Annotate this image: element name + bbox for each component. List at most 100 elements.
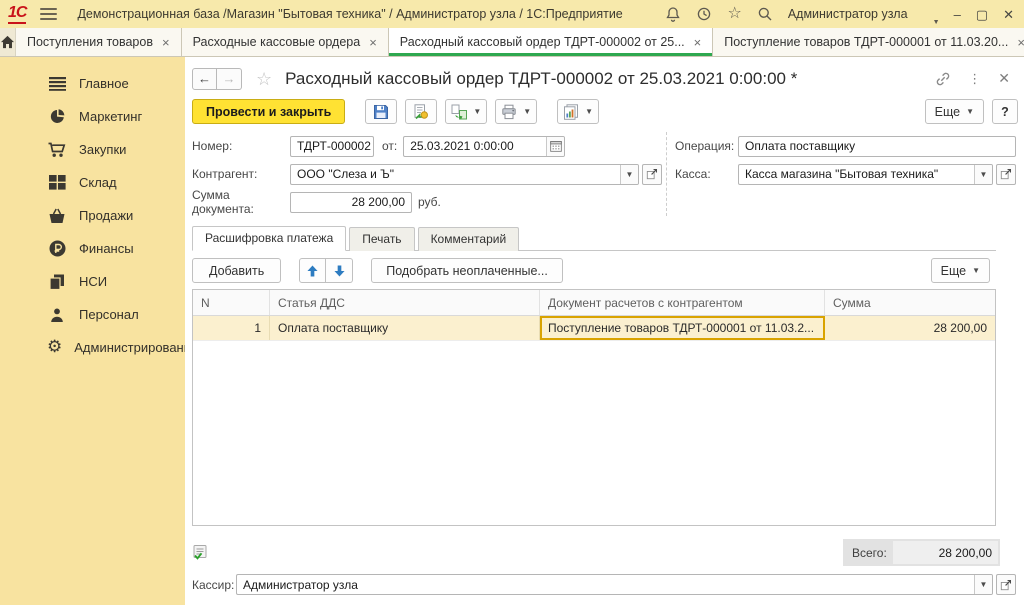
dropdown-caret-icon: ▼ — [473, 107, 481, 116]
close-app-button[interactable]: ✕ — [1003, 8, 1014, 21]
tab-rashodnyi-kassovyi-order-active[interactable]: Расходный кассовый ордер ТДРТ-000002 от … — [389, 28, 713, 56]
sidebar-item-finansy[interactable]: Финансы — [0, 232, 185, 265]
form-more-button[interactable]: Еще ▼ — [925, 99, 984, 124]
open-cash-icon[interactable] — [996, 164, 1016, 185]
reports-button[interactable]: ▼ — [557, 99, 599, 124]
open-contractor-icon[interactable] — [642, 164, 662, 185]
tab-postupleniya-tovarov[interactable]: Поступления товаров × — [16, 28, 182, 56]
open-cashier-icon[interactable] — [996, 574, 1016, 595]
cashier-label: Кассир: — [192, 578, 236, 592]
move-row-down-button[interactable] — [326, 258, 353, 283]
save-button[interactable] — [365, 99, 397, 124]
arrow-up-icon — [307, 265, 318, 277]
post-and-close-button[interactable]: Провести и закрыть — [192, 99, 345, 124]
table-more-button[interactable]: Еще ▼ — [931, 258, 990, 283]
tab-label: Поступление товаров ТДРТ-000001 от 11.03… — [724, 35, 1008, 49]
history-icon[interactable] — [696, 6, 712, 22]
contractor-field[interactable]: ООО "Слеза и Ъ" — [291, 165, 620, 184]
chevron-down-icon[interactable]: ▼ — [974, 575, 992, 594]
close-tab-icon[interactable]: × — [694, 36, 702, 49]
tab-rashodnye-kassovye-ordera[interactable]: Расходные кассовые ордера × — [182, 28, 389, 56]
cashier-field[interactable]: Администратор узла — [237, 575, 974, 594]
favorites-star-icon[interactable]: ☆ — [727, 6, 741, 22]
tab-comment[interactable]: Комментарий — [418, 227, 520, 251]
close-tab-icon[interactable]: × — [369, 36, 377, 49]
sidebar-item-label: Финансы — [79, 241, 134, 256]
column-header-settlement-doc[interactable]: Документ расчетов с контрагентом — [540, 290, 825, 315]
cart-icon — [47, 141, 67, 159]
cell-row-number[interactable]: 1 — [193, 316, 270, 340]
create-based-on-button[interactable]: ▼ — [445, 99, 487, 124]
post-document-button[interactable] — [405, 99, 437, 124]
books-icon — [47, 273, 67, 291]
sidebar-item-label: Маркетинг — [79, 109, 142, 124]
table-row[interactable]: 1 Оплата поставщику Поступление товаров … — [193, 316, 995, 341]
move-row-up-button[interactable] — [299, 258, 326, 283]
sidebar-item-personal[interactable]: Персонал — [0, 298, 185, 331]
add-row-button[interactable]: Добавить — [192, 258, 281, 283]
tab-payment-breakdown[interactable]: Расшифровка платежа — [192, 226, 346, 251]
current-user[interactable]: Администратор узла — [788, 7, 908, 21]
tab-postuplenie-tovarov-doc[interactable]: Поступление товаров ТДРТ-000001 от 11.03… — [713, 28, 1024, 56]
tab-print[interactable]: Печать — [349, 227, 414, 251]
column-header-amount[interactable]: Сумма — [825, 290, 995, 315]
sidebar-item-prodazhi[interactable]: Продажи — [0, 199, 185, 232]
main-menu-button[interactable] — [40, 8, 57, 20]
back-button[interactable]: ← — [192, 68, 217, 90]
pick-unpaid-button[interactable]: Подобрать неоплаченные... — [371, 258, 563, 283]
arrow-down-icon — [334, 265, 345, 277]
cell-settlement-doc-focused[interactable]: Поступление товаров ТДРТ-000001 от 11.03… — [540, 316, 825, 340]
notifications-bell-icon[interactable] — [665, 6, 681, 22]
dropdown-caret-icon: ▼ — [972, 266, 980, 275]
amount-label: Сумма документа: — [192, 188, 290, 216]
column-header-n[interactable]: N — [193, 290, 270, 315]
currency-label: руб. — [418, 195, 441, 209]
service-menu-icon[interactable]: ▼ — [923, 10, 939, 18]
sidebar-item-marketing[interactable]: Маркетинг — [0, 100, 185, 133]
date-field-group: 25.03.2021 0:00:00 — [403, 136, 565, 157]
forward-button[interactable]: → — [217, 68, 242, 90]
cash-field[interactable]: Касса магазина "Бытовая техника" — [739, 165, 974, 184]
column-header-dds[interactable]: Статья ДДС — [270, 290, 540, 315]
table-empty-area — [193, 341, 995, 525]
more-actions-icon[interactable]: ⋮ — [968, 71, 981, 87]
help-button[interactable]: ? — [992, 99, 1018, 124]
table-header: N Статья ДДС Документ расчетов с контраг… — [193, 290, 995, 316]
sidebar-item-label: Персонал — [79, 307, 139, 322]
number-field[interactable]: ТДРТ-000002 — [290, 136, 374, 157]
sidebar-item-label: Склад — [79, 175, 117, 190]
dropdown-caret-icon: ▼ — [966, 107, 974, 116]
chevron-down-icon[interactable]: ▼ — [974, 165, 992, 184]
dropdown-caret-icon: ▼ — [585, 107, 593, 116]
cell-amount[interactable]: 28 200,00 — [825, 316, 995, 340]
search-icon[interactable] — [757, 6, 773, 22]
person-icon — [47, 306, 67, 324]
get-link-icon[interactable] — [935, 71, 951, 87]
cell-dds-item[interactable]: Оплата поставщику — [270, 316, 540, 340]
sidebar-item-administrirovanie[interactable]: ⚙ Администрирование — [0, 331, 185, 364]
sidebar-item-sklad[interactable]: Склад — [0, 166, 185, 199]
dropdown-caret-icon: ▼ — [523, 107, 531, 116]
date-field[interactable]: 25.03.2021 0:00:00 — [404, 137, 546, 156]
print-button[interactable]: ▼ — [495, 99, 537, 124]
close-form-icon[interactable]: ✕ — [998, 70, 1010, 87]
minimize-button[interactable]: – — [954, 8, 961, 21]
pie-chart-icon — [47, 108, 67, 126]
amount-field[interactable]: 28 200,00 — [290, 192, 412, 213]
operation-field[interactable]: Оплата поставщику — [738, 136, 1016, 157]
home-tab[interactable] — [0, 28, 16, 56]
calendar-icon[interactable] — [546, 137, 564, 156]
cashier-field-group: Администратор узла ▼ — [236, 574, 993, 595]
sidebar-item-glavnoe[interactable]: Главное — [0, 67, 185, 100]
titlebar: 1С Демонстрационная база /Магазин "Бытов… — [0, 0, 1024, 28]
sidebar-item-nsi[interactable]: НСИ — [0, 265, 185, 298]
payment-breakdown-table: N Статья ДДС Документ расчетов с контраг… — [192, 289, 996, 526]
favorite-star-icon[interactable]: ☆ — [256, 70, 272, 88]
sidebar-item-zakupki[interactable]: Закупки — [0, 133, 185, 166]
report-chart-icon — [563, 104, 579, 120]
chevron-down-icon[interactable]: ▼ — [620, 165, 638, 184]
close-tab-icon[interactable]: × — [1017, 36, 1024, 49]
maximize-button[interactable]: ▢ — [976, 8, 988, 21]
create-based-on-icon — [451, 104, 467, 120]
close-tab-icon[interactable]: × — [162, 36, 170, 49]
